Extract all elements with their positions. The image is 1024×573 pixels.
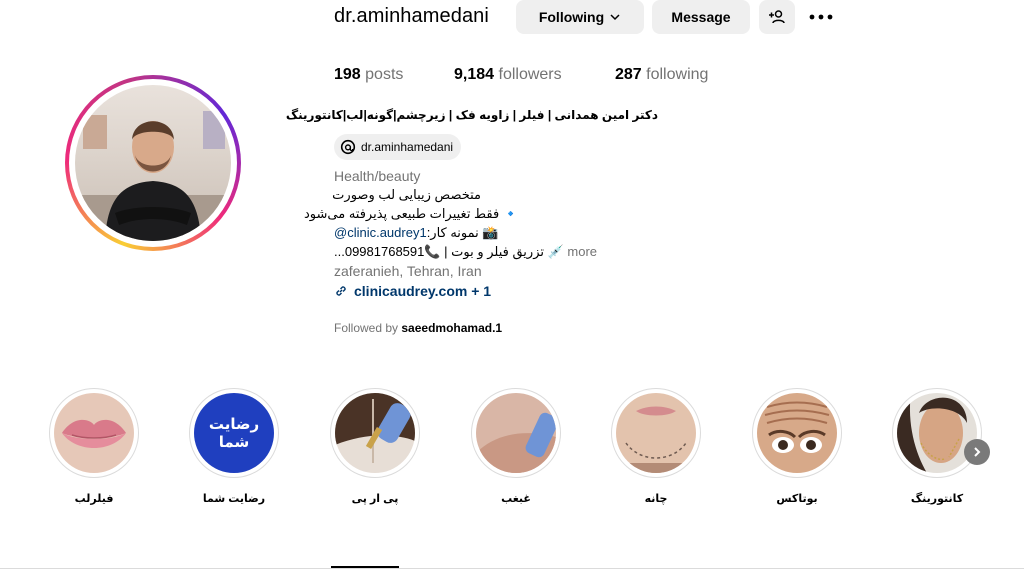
highlights-next-button[interactable] <box>964 439 990 465</box>
bio-line-3-text: 📸 نمونه کار: <box>426 225 499 240</box>
chevron-down-icon <box>610 14 620 21</box>
highlight-cover <box>335 393 415 473</box>
highlight-item[interactable]: فیلرلب <box>48 388 140 505</box>
highlight-label: پی ار پی <box>351 493 399 505</box>
message-button[interactable]: Message <box>652 0 750 34</box>
highlight-label: بوتاکس <box>776 493 818 505</box>
avatar-photo <box>75 85 231 241</box>
highlight-cover <box>54 393 134 473</box>
bio-more-button[interactable]: more <box>567 244 597 259</box>
highlight-label: کانتورینگ <box>910 493 964 505</box>
profile-address: zaferanieh, Tehran, Iran <box>334 263 482 279</box>
profile-full-name: دکتر امین همدانی | فیلر | زاویه فک | زیر… <box>285 108 658 122</box>
threads-handle: dr.aminhamedani <box>361 140 454 154</box>
bio-line-4-text: 💉 تزریق فیلر و بوت | 📞09981768591... <box>334 244 564 259</box>
bio-line-4: 💉 تزریق فیلر و بوت | 📞09981768591... mor… <box>334 244 597 260</box>
chevron-right-icon <box>974 447 981 457</box>
tabs-divider <box>0 568 1024 569</box>
following-label: following <box>646 66 709 83</box>
mention-link[interactable]: @clinic.audrey1 <box>334 225 427 240</box>
following-number: 287 <box>615 66 642 83</box>
highlight-item[interactable]: بوتاکس <box>751 388 843 505</box>
posts-label: posts <box>365 66 404 83</box>
bio-line-2: 🔹 فقط تغییرات طبیعی پذیرفته می‌شود <box>304 206 519 221</box>
highlight-cover <box>897 393 977 473</box>
highlight-label: چانه <box>644 493 668 505</box>
profile-username: dr.aminhamedani <box>334 5 489 27</box>
website-link[interactable]: clinicaudrey.com + 1 <box>334 283 491 299</box>
followers-link[interactable]: 9,184 followers <box>454 66 562 84</box>
following-link[interactable]: 287 following <box>615 66 708 84</box>
profile-category: Health/beauty <box>334 168 421 184</box>
followed-by-user: saeedmohamad.1 <box>401 321 503 335</box>
highlight-cover <box>476 393 556 473</box>
highlight-label: غبغب <box>501 493 531 505</box>
more-dots-icon <box>809 14 833 20</box>
followed-by[interactable]: Followed by saeedmohamad.1 <box>334 321 502 335</box>
highlight-label: رضایت شما <box>202 493 266 505</box>
following-button[interactable]: Following <box>516 0 644 34</box>
posts-number: 198 <box>334 66 361 83</box>
highlight-item[interactable]: پی ار پی <box>329 388 421 505</box>
add-user-icon <box>769 10 785 24</box>
following-label: Following <box>538 9 605 25</box>
highlight-label: فیلرلب <box>74 493 114 505</box>
posts-count: 198 posts <box>334 66 403 84</box>
highlight-cover <box>757 393 837 473</box>
followed-by-prefix: Followed by <box>334 321 399 335</box>
followers-number: 9,184 <box>454 66 495 83</box>
profile-avatar[interactable] <box>65 75 241 251</box>
suggested-users-button[interactable] <box>759 0 795 34</box>
link-icon <box>336 286 346 296</box>
active-tab-indicator <box>331 566 399 568</box>
threads-icon <box>340 139 356 155</box>
highlight-item[interactable]: چانه <box>610 388 702 505</box>
highlight-cover: رضایت شما <box>194 393 274 473</box>
highlight-item[interactable]: رضایت شما رضایت شما <box>188 388 280 505</box>
more-options-button[interactable] <box>806 0 836 34</box>
website-text: clinicaudrey.com + 1 <box>354 283 492 299</box>
threads-link[interactable]: dr.aminhamedani <box>334 134 462 160</box>
bio-line-1: متخصص زیبایی لب وصورت <box>332 187 481 202</box>
highlight-item[interactable]: غبغب <box>470 388 562 505</box>
highlight-cover-text: رضایت شما <box>208 416 260 451</box>
bio-line-3: @clinic.audrey1📸 نمونه کار: <box>334 225 499 241</box>
highlight-cover <box>616 393 696 473</box>
followers-label: followers <box>498 66 562 83</box>
